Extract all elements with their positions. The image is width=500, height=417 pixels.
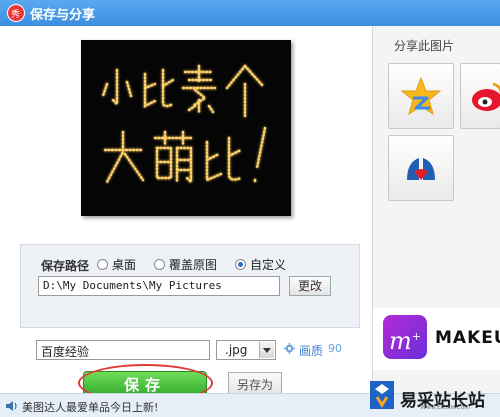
file-name-input[interactable]: 百度经验: [36, 340, 210, 360]
file-extension-value: .jpg: [225, 343, 248, 357]
share-panel: 分享此图片 m+ MAKEUP: [372, 26, 500, 393]
watermark-logo: [370, 381, 394, 409]
radio-custom-circle[interactable]: [235, 259, 246, 270]
svg-text:秀: 秀: [11, 8, 20, 19]
share-title: 分享此图片: [394, 39, 455, 53]
chevron-down-icon[interactable]: [259, 342, 274, 358]
makeup-promo-banner[interactable]: m+ MAKEUP: [373, 308, 500, 370]
speaker-icon: [6, 401, 17, 411]
promo-text: MAKEUP: [435, 328, 500, 348]
radio-overwrite-label: 覆盖原图: [169, 258, 218, 272]
gear-icon[interactable]: [284, 343, 295, 354]
share-renren-button[interactable]: [388, 135, 454, 201]
qzone-icon: [400, 76, 442, 116]
image-preview: [81, 40, 291, 216]
watermark-subtext: Www.Easck.Com: [420, 404, 471, 411]
radio-desktop[interactable]: 桌面: [97, 256, 136, 273]
status-message[interactable]: 美图达人最爱单品今日上新!: [22, 399, 158, 415]
radio-overwrite-circle[interactable]: [154, 259, 165, 270]
radio-custom-label: 自定义: [250, 258, 287, 272]
weibo-icon: [472, 82, 500, 111]
change-path-button[interactable]: 更改: [289, 276, 331, 296]
save-path-label: 保存路径: [41, 259, 90, 273]
share-weibo-button[interactable]: [460, 63, 500, 129]
save-path-input[interactable]: D:\My Documents\My Pictures: [38, 276, 280, 296]
renren-icon: [407, 158, 435, 180]
quality-label[interactable]: 画质: [299, 342, 323, 359]
quality-value: 90: [328, 342, 342, 355]
radio-desktop-circle[interactable]: [97, 259, 108, 270]
app-logo-icon: 秀: [7, 4, 25, 22]
radio-desktop-label: 桌面: [112, 258, 137, 272]
makeup-app-logo: m+: [383, 315, 427, 359]
window-title: 保存与分享: [30, 8, 96, 23]
radio-custom[interactable]: 自定义: [235, 256, 286, 273]
file-extension-select[interactable]: .jpg: [216, 340, 276, 360]
main-panel: 保存路径 桌面 覆盖原图 自定义 D:\My Documents\My Pict…: [0, 26, 372, 402]
share-qzone-button[interactable]: [388, 63, 454, 129]
radio-overwrite[interactable]: 覆盖原图: [154, 256, 217, 273]
save-path-panel: 保存路径 桌面 覆盖原图 自定义 D:\My Documents\My Pict…: [20, 244, 360, 328]
title-bar: 秀 保存与分享: [0, 0, 500, 26]
